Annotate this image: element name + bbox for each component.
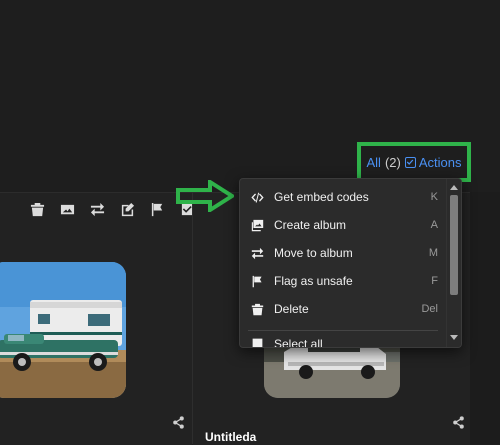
scrollbar-thumb[interactable] (450, 195, 458, 295)
chevron-up-icon[interactable] (448, 181, 460, 193)
image-icon[interactable] (58, 200, 76, 218)
actions-dropdown-menu: Get embed codes K Create album A Move to… (239, 178, 462, 348)
card-toolbar (28, 200, 196, 218)
album-icon (248, 219, 266, 232)
menu-item-select-all[interactable]: Select all (240, 337, 446, 347)
code-icon (248, 191, 266, 204)
actions-label: Actions (418, 154, 462, 170)
share-icon[interactable] (452, 416, 465, 434)
select-icon (248, 337, 266, 347)
trash-icon (248, 303, 266, 316)
actions-button[interactable]: Actions (404, 154, 462, 170)
menu-item-move-to-album[interactable]: Move to album M (240, 239, 446, 267)
selection-header: All (2) Actions (357, 142, 471, 182)
menu-item-embed-codes[interactable]: Get embed codes K (240, 183, 446, 211)
page-edge (470, 192, 500, 444)
select-all-link[interactable]: All (367, 155, 381, 170)
menu-scrollbar[interactable] (446, 179, 461, 347)
image-title[interactable]: Untitleda (205, 430, 256, 444)
image-thumbnail-camper[interactable] (0, 262, 126, 398)
menu-item-flag-unsafe[interactable]: Flag as unsafe F (240, 267, 446, 295)
chevron-down-icon[interactable] (448, 332, 460, 344)
checkbox-icon (404, 156, 416, 168)
edit-icon[interactable] (118, 200, 136, 218)
flag-icon[interactable] (148, 200, 166, 218)
share-icon[interactable] (172, 416, 185, 434)
menu-item-delete[interactable]: Delete Del (240, 295, 446, 323)
move-icon[interactable] (88, 200, 106, 218)
trash-icon[interactable] (28, 200, 46, 218)
move-icon (248, 247, 266, 260)
menu-separator (248, 330, 438, 331)
selection-count: (2) (384, 154, 401, 170)
menu-item-create-album[interactable]: Create album A (240, 211, 446, 239)
annotation-arrow (176, 180, 234, 212)
flag-icon (248, 275, 266, 288)
